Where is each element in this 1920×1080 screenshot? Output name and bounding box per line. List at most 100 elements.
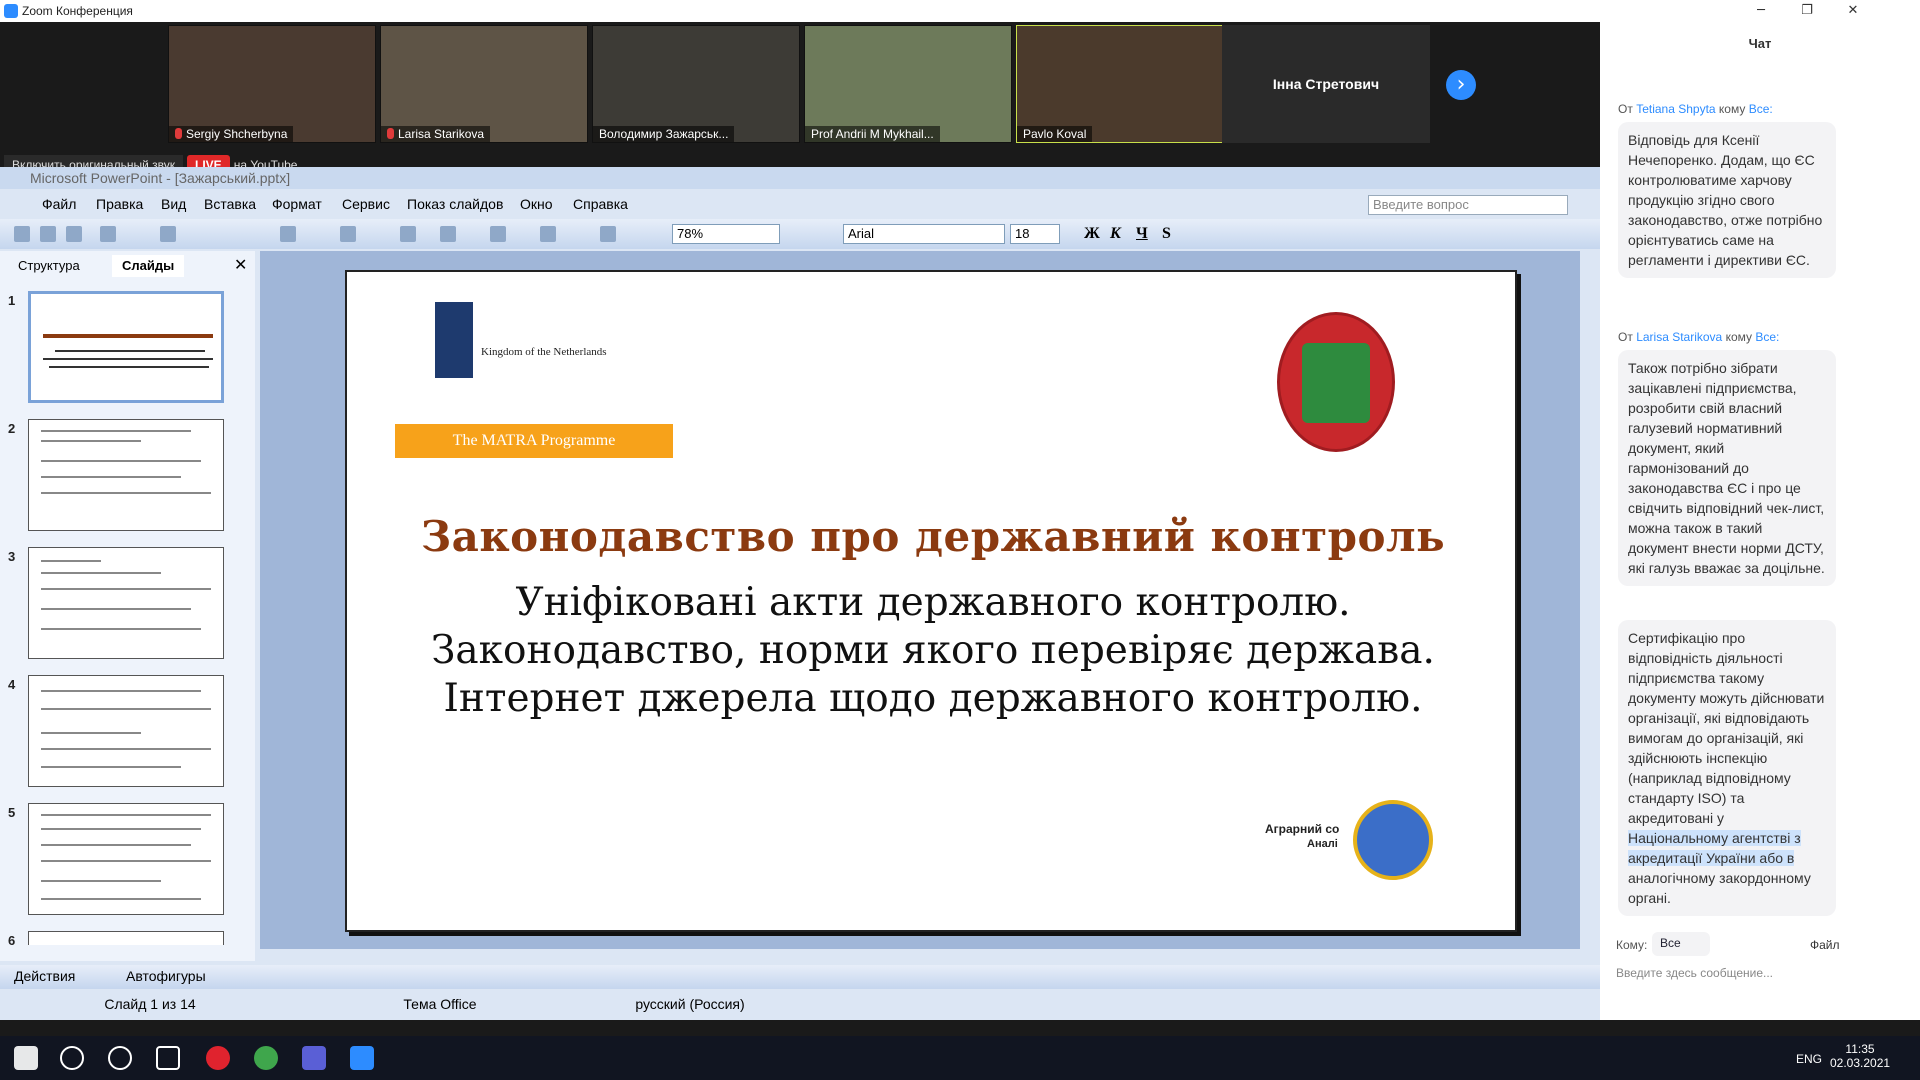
video-tile-active-speaker[interactable]: Pavlo Koval [1016,25,1224,143]
menu-item-view[interactable]: Вид [161,196,186,212]
chat-message[interactable]: Сертифікацію про відповідність діяльност… [1618,620,1836,916]
zoom-taskbar-icon[interactable] [350,1046,374,1070]
selected-text: Національному агентстві з акредитації Ук… [1628,830,1801,866]
clock[interactable]: 11:35 02.03.2021 [1830,1042,1890,1070]
file-button[interactable]: Файл [1810,938,1840,952]
taskbar: ENG 11:35 02.03.2021 [0,1036,1920,1080]
cut-icon[interactable] [280,226,296,242]
menu-item-insert[interactable]: Вставка [204,196,256,212]
university-emblem [1277,312,1395,452]
redo-icon[interactable] [440,226,456,242]
underline-button[interactable]: Ч [1136,225,1148,243]
slide-thumbnail[interactable] [28,675,224,787]
menu-item-tools[interactable]: Сервис [342,196,390,212]
opera-icon[interactable] [206,1046,230,1070]
menu-item-slideshow[interactable]: Показ слайдов [407,196,503,212]
slide-subtitle-line: Законодавство, норми якого перевіряє дер… [431,628,1435,673]
slide-thumbnail[interactable] [28,803,224,915]
maximize-button[interactable]: ❐ [1784,0,1830,22]
menu-item-help[interactable]: Справка [573,196,628,212]
window-controls: ─ ❐ ✕ [1600,0,1920,22]
video-tile[interactable]: Larisa Starikova [380,25,588,143]
theme-label: Тема Office [403,996,477,1012]
cortana-icon[interactable] [108,1046,132,1070]
shadow-button[interactable]: S [1162,225,1171,243]
muted-mic-icon [387,128,394,139]
slide-counter: Слайд 1 из 14 [104,996,196,1012]
slide-number: 6 [8,933,16,948]
recipient-select[interactable]: Все [1652,932,1710,956]
menu-item-format[interactable]: Формат [272,196,322,212]
slide-thumbnail[interactable] [28,291,224,403]
teams-icon[interactable] [302,1046,326,1070]
participant-name: Larisa Starikova [381,126,491,142]
menu-item-edit[interactable]: Правка [96,196,143,212]
video-tile[interactable]: Prof Andrii M Mykhail... [804,25,1012,143]
grid-icon[interactable] [600,226,616,242]
slide-number: 1 [8,293,16,308]
tab-slides[interactable]: Слайды [112,255,185,277]
open-icon[interactable] [40,226,56,242]
slide-subtitle-line: Інтернет джерела щодо державного контрол… [443,676,1423,721]
windows-start-icon[interactable] [14,1046,38,1070]
menu-bar: Файл Правка Вид Вставка Формат Сервис По… [0,192,1600,216]
slide-thumbnail[interactable] [28,547,224,659]
zoom-logo-icon [4,4,18,18]
font-size-select[interactable]: 18 [1010,224,1060,244]
menu-item-window[interactable]: Окно [520,196,553,212]
autoshapes-menu[interactable]: Автофигуры [126,968,206,984]
language-indicator[interactable]: ENG [1796,1052,1822,1066]
message-input[interactable]: Введите здесь сообщение... [1616,966,1906,980]
next-page-arrow-icon[interactable]: › [1446,70,1476,100]
chart-icon[interactable] [490,226,506,242]
task-view-icon[interactable] [156,1046,180,1070]
agri-caption: Аграрний со [1265,822,1340,836]
undo-icon[interactable] [400,226,416,242]
search-icon[interactable] [60,1046,84,1070]
slide-subtitle-line: Уніфіковані акти державного контролю. [515,580,1351,625]
table-icon[interactable] [540,226,556,242]
window-title: Zoom Конференция [22,4,133,18]
kingdom-label: Kingdom of the Netherlands [481,346,607,358]
font-select[interactable]: Arial [843,224,1005,244]
help-search-input[interactable]: Введите вопрос [1368,195,1568,215]
bold-button[interactable]: Ж [1084,225,1100,243]
slide-number: 5 [8,805,16,820]
muted-mic-icon [175,128,182,139]
current-slide[interactable]: Kingdom of the Netherlands The MATRA Pro… [345,270,1517,932]
italic-button[interactable]: К [1110,225,1121,243]
language-label: русский (Россия) [635,996,745,1012]
message-header: От Larisa Starikova кому Все: [1618,330,1780,344]
menu-item-file[interactable]: Файл [42,196,76,212]
chat-message[interactable]: Відповідь для Ксенії Нечепоренко. Додам,… [1618,122,1836,278]
video-tile[interactable]: Sergiy Shcherbyna [168,25,376,143]
spellcheck-icon[interactable] [160,226,176,242]
agri-caption-2: Аналі [1307,838,1338,850]
print-icon[interactable] [100,226,116,242]
chrome-icon[interactable] [254,1046,278,1070]
close-pane-icon[interactable]: ✕ [224,255,257,277]
participant-name: Володимир Зажарськ... [593,126,735,142]
slide-thumbnail[interactable] [28,419,224,531]
actions-menu[interactable]: Действия [14,968,75,984]
chat-message[interactable]: Також потрібно зібрати зацікавлені підпр… [1618,350,1836,586]
paste-icon[interactable] [340,226,356,242]
agri-logo [1353,800,1433,880]
participant-name: Prof Andrii M Mykhail... [805,126,940,142]
message-header: От Tetiana Shpyta кому Все: [1618,102,1773,116]
emblem-shield [1302,343,1370,423]
slide-title: Законодавство про державний контроль [420,512,1446,561]
zoom-title-bar: Zoom Конференция [0,0,1600,22]
name-only-tile[interactable]: Інна Стретович [1222,25,1430,143]
save-icon[interactable] [66,226,82,242]
new-icon[interactable] [14,226,30,242]
zoom-select[interactable]: 78% [672,224,780,244]
slide-number: 3 [8,549,16,564]
slide-number: 4 [8,677,16,692]
minimize-button[interactable]: ─ [1738,0,1784,22]
video-tile[interactable]: Володимир Зажарськ... [592,25,800,143]
tab-outline[interactable]: Структура [8,255,90,277]
slide-thumbnail[interactable] [28,931,224,945]
netherlands-logo [435,302,473,378]
close-button[interactable]: ✕ [1830,0,1876,22]
